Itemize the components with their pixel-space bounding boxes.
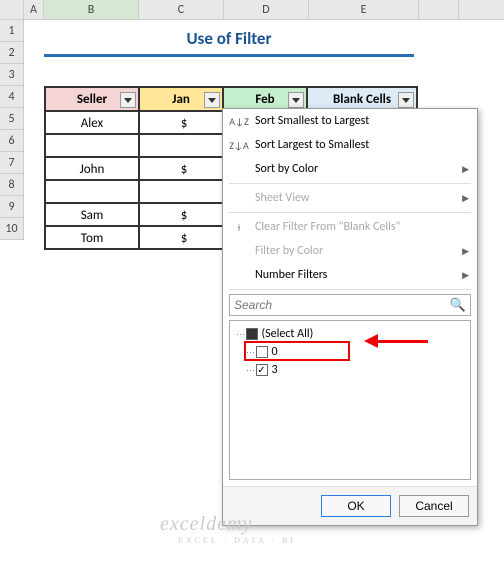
watermark-tagline: EXCEL · DATA · BI [178,536,296,545]
row-header-7[interactable]: 7 [0,152,24,174]
arrow-head-icon [364,334,378,348]
menu-filter-color: Filter by Color ▶ [223,239,477,263]
chevron-right-icon: ▶ [462,270,469,281]
cell-jan[interactable]: $ [139,157,223,180]
row-header-2[interactable]: 2 [0,42,24,64]
cell-jan[interactable] [139,134,223,157]
search-input[interactable] [234,298,450,312]
menu-sort-desc[interactable]: Z↓A Sort Largest to Smallest [223,133,477,157]
menu-sheet-view: Sheet View ▶ [223,186,477,210]
cell-jan[interactable]: $ [139,203,223,226]
row-header-6[interactable]: 6 [0,130,24,152]
blank-icon [229,159,249,179]
menu-filter-color-label: Filter by Color [255,244,462,258]
col-header-a[interactable]: A [24,0,44,19]
ok-button[interactable]: OK [321,495,391,517]
search-icon: 🔍 [450,298,466,313]
filter-context-menu: A↓Z Sort Smallest to Largest Z↓A Sort La… [222,108,478,526]
blank-icon [229,188,249,208]
page-title: Use of Filter [44,28,414,49]
cell-seller[interactable] [45,134,139,157]
row-header-1[interactable]: 1 [0,20,24,42]
filter-checklist: ⋯ (Select All) ⋯ 0 ⋯ 3 [229,320,471,480]
clear-filter-icon: ⟊ [229,217,249,237]
blank-icon [229,265,249,285]
arrow-line [378,340,428,343]
menu-sort-asc-label: Sort Smallest to Largest [255,114,469,128]
col-header-c[interactable]: C [139,0,224,19]
header-seller[interactable]: Seller [45,87,139,111]
header-jan-label: Jan [172,92,190,107]
row-header-9[interactable]: 9 [0,196,24,218]
filter-button-seller[interactable] [120,92,136,108]
menu-separator [229,212,471,213]
header-feb-label: Feb [255,92,274,107]
cell-seller[interactable] [45,180,139,203]
col-header-d[interactable]: D [224,0,309,19]
tree-dots-icon: ⋯ [236,329,245,340]
row-header-4[interactable]: 4 [0,86,24,108]
menu-sort-color[interactable]: Sort by Color ▶ [223,157,477,181]
cell-seller[interactable]: Tom [45,226,139,249]
menu-number-filters[interactable]: Number Filters ▶ [223,263,477,287]
menu-number-filters-label: Number Filters [255,268,462,282]
menu-separator [229,289,471,290]
menu-button-bar: OK Cancel [223,486,477,525]
checklist-item-3-label: 3 [272,363,278,377]
menu-clear-filter-label: Clear Filter From "Blank Cells" [255,220,469,234]
checklist-select-all[interactable]: ⋯ (Select All) [236,325,464,343]
cell-seller[interactable]: Alex [45,111,139,134]
cell-jan[interactable]: $ [139,226,223,249]
filter-button-feb[interactable] [288,92,304,108]
tree-dots-icon: ⋯ [246,365,255,376]
title-underline [44,54,414,57]
filter-button-blank[interactable] [398,92,414,108]
column-headers: A B C D E [0,0,504,20]
select-all-corner[interactable] [0,0,24,19]
cell-jan[interactable] [139,180,223,203]
col-header-e[interactable]: E [309,0,419,19]
blank-icon [229,241,249,261]
annotation-arrow [364,334,428,348]
menu-sort-asc[interactable]: A↓Z Sort Smallest to Largest [223,109,477,133]
chevron-right-icon: ▶ [462,246,469,257]
sort-desc-icon: Z↓A [229,135,249,155]
chevron-right-icon: ▶ [462,193,469,204]
checklist-item-3[interactable]: ⋯ 3 [236,361,464,379]
checkbox-unchecked-icon[interactable] [256,346,268,358]
cell-seller[interactable]: Sam [45,203,139,226]
checkbox-indeterminate-icon[interactable] [246,328,258,340]
filter-search-box[interactable]: 🔍 [229,294,471,316]
row-header-3[interactable]: 3 [0,64,24,86]
row-header-10[interactable]: 10 [0,218,24,240]
menu-clear-filter: ⟊ Clear Filter From "Blank Cells" [223,215,477,239]
col-header-b[interactable]: B [44,0,139,19]
checklist-item-0[interactable]: ⋯ 0 [236,343,464,361]
row-header-5[interactable]: 5 [0,108,24,130]
checklist-select-all-label: (Select All) [262,327,314,341]
header-blank-label: Blank Cells [333,92,391,107]
menu-separator [229,183,471,184]
header-seller-label: Seller [77,92,107,107]
chevron-right-icon: ▶ [462,164,469,175]
menu-sort-color-label: Sort by Color [255,162,462,176]
sort-asc-icon: A↓Z [229,111,249,131]
checkbox-checked-icon[interactable] [256,364,268,376]
header-jan[interactable]: Jan [139,87,223,111]
row-header-8[interactable]: 8 [0,174,24,196]
cancel-button[interactable]: Cancel [399,495,469,517]
checklist-item-0-label: 0 [272,345,278,359]
filter-button-jan[interactable] [204,92,220,108]
tree-dots-icon: ⋯ [246,347,255,358]
col-header-f[interactable] [419,0,459,19]
cell-jan[interactable]: $ [139,111,223,134]
menu-sort-desc-label: Sort Largest to Smallest [255,138,469,152]
cell-seller[interactable]: John [45,157,139,180]
menu-sheet-view-label: Sheet View [255,191,462,205]
